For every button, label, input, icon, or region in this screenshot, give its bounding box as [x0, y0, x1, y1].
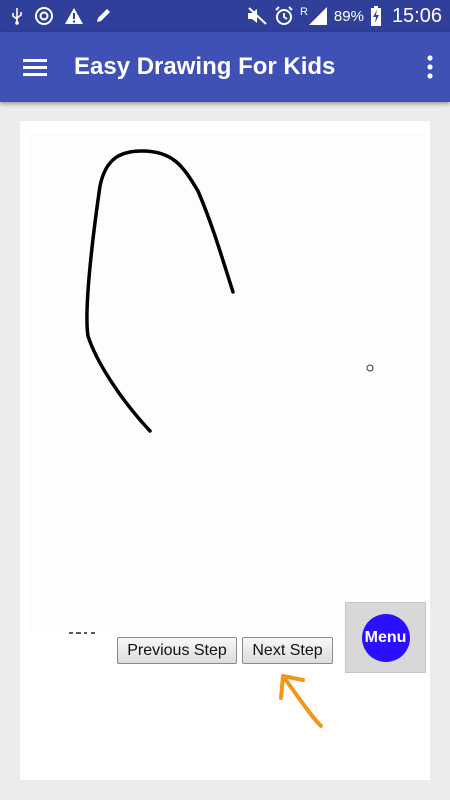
- next-step-button[interactable]: Next Step: [242, 637, 333, 664]
- nav-drawer-button[interactable]: [0, 32, 70, 102]
- drawing-card: Previous Step Next Step Menu: [20, 121, 430, 780]
- warning-icon: [65, 8, 83, 24]
- battery-icon: [370, 6, 381, 26]
- menu-button[interactable]: Menu: [361, 613, 410, 662]
- pencil-icon: [97, 9, 110, 22]
- signal-icon: [308, 7, 327, 25]
- previous-step-button[interactable]: Previous Step: [117, 637, 237, 664]
- status-bar-right: R 89% 15:06: [246, 5, 442, 28]
- more-vert-icon: [427, 55, 433, 79]
- app-bar: Easy Drawing For Kids: [0, 32, 450, 102]
- sync-icon: [35, 7, 53, 25]
- canvas-edge-marks: [69, 632, 95, 634]
- mute-icon: [247, 7, 267, 25]
- reference-dot-icon: [366, 364, 374, 372]
- network-type-label: R: [299, 6, 308, 18]
- usb-icon: [12, 8, 22, 25]
- app-title: Easy Drawing For Kids: [74, 53, 336, 80]
- overflow-menu-button[interactable]: [410, 32, 450, 102]
- menu-panel[interactable]: Menu: [345, 602, 426, 673]
- battery-percent: 89%: [333, 7, 364, 25]
- annotation-arrow-icon: [279, 674, 323, 728]
- status-bar-left: [10, 6, 112, 26]
- drawing-canvas[interactable]: [28, 131, 428, 631]
- clock: 15:06: [391, 4, 442, 27]
- hamburger-icon: [23, 59, 47, 76]
- drawing-stroke: [85, 149, 235, 433]
- status-bar: R 89% 15:06: [0, 0, 450, 32]
- alarm-icon: [275, 6, 293, 25]
